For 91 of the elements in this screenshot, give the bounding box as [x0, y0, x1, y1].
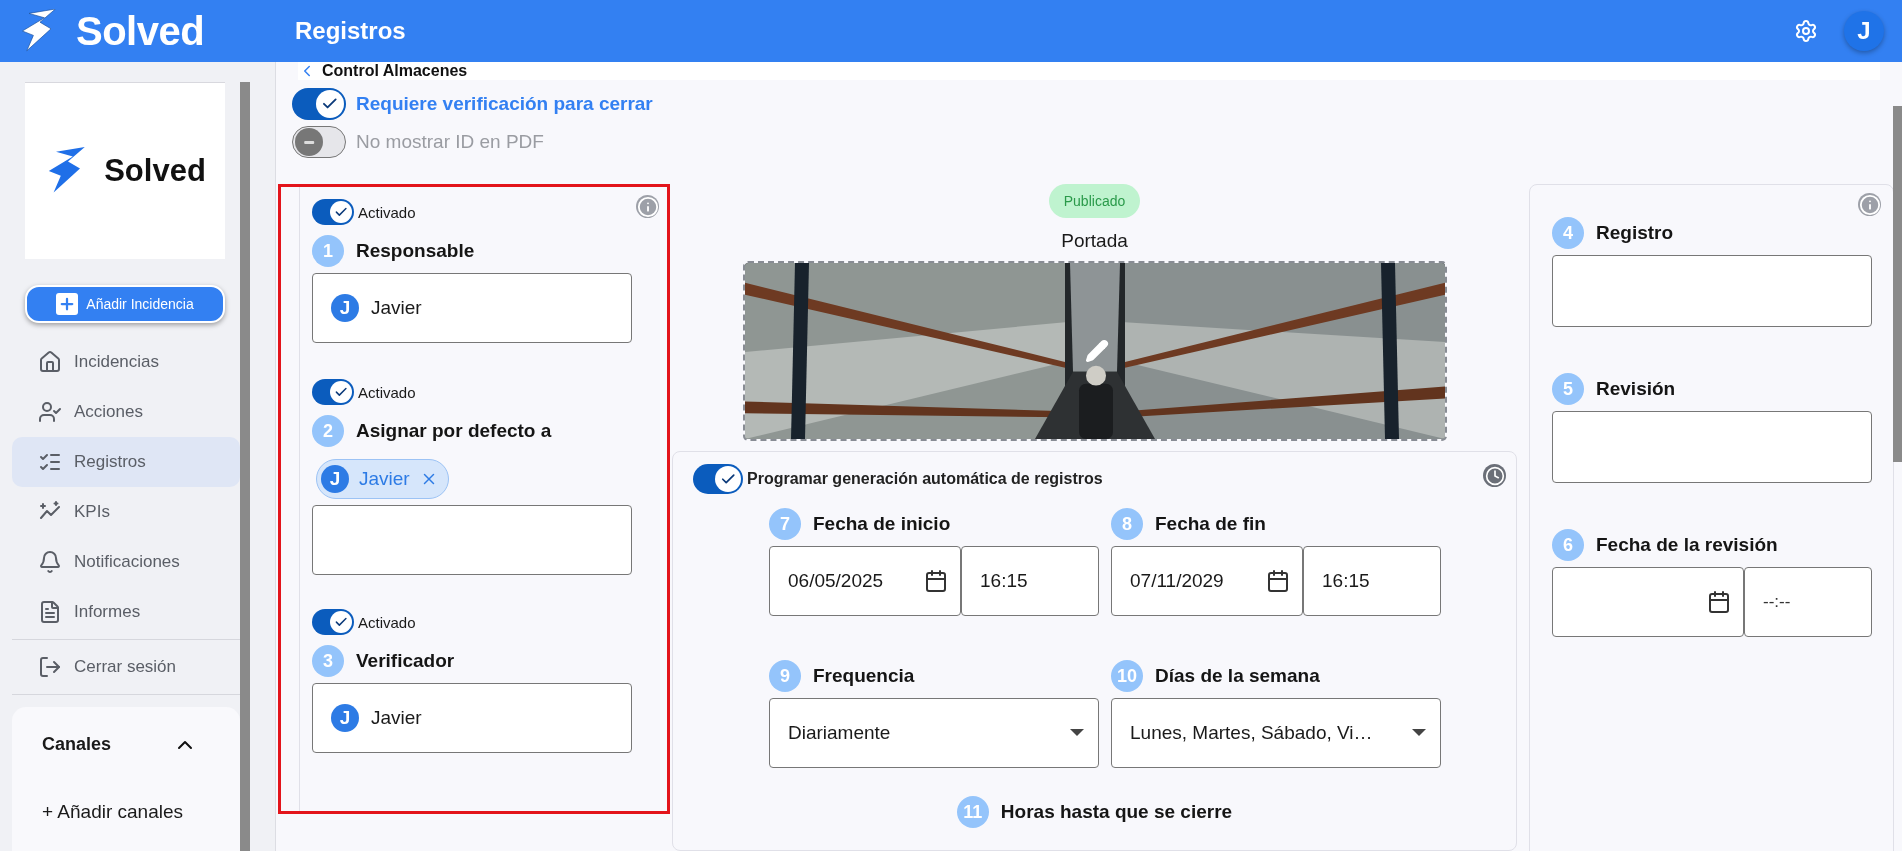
toggle-label: Activado [358, 383, 416, 401]
select-field[interactable]: Diariamente [769, 698, 1099, 768]
field-label: Responsable [356, 240, 475, 262]
chip-name: Javier [359, 468, 410, 490]
dropdown-caret-icon [1412, 729, 1426, 737]
toggle-switch[interactable] [292, 126, 346, 158]
user-initial: J [331, 704, 359, 732]
dropdown-caret-icon [1070, 729, 1084, 737]
user-initial: J [321, 465, 349, 493]
info-icon[interactable] [1858, 193, 1881, 216]
logo-text: Solved [104, 152, 206, 189]
brand-name: Solved [76, 8, 205, 54]
nav-item[interactable]: Notificaciones [12, 536, 240, 587]
option-label: Requiere verificación para cerrar [356, 93, 653, 115]
field-label: Horas hasta que se cierre [1000, 801, 1233, 823]
back-link[interactable]: Control Almacenes [298, 62, 468, 80]
step-number: 5 [1552, 373, 1584, 405]
option-label: No mostrar ID en PDF [356, 131, 544, 153]
calendar-icon[interactable] [1266, 569, 1290, 593]
input-field[interactable] [1552, 255, 1872, 327]
nav-item[interactable]: KPIs [12, 486, 240, 537]
field-label: Verificador [356, 650, 455, 672]
field-label: Días de la semana [1155, 665, 1320, 687]
scrollbar[interactable] [1893, 106, 1902, 462]
status-badge: Publicado [1048, 184, 1141, 218]
plus-icon [56, 292, 79, 315]
scrollbar[interactable] [240, 82, 250, 851]
user-name: Javier [371, 297, 422, 319]
field-label: Frequencia [813, 665, 915, 687]
step-number: 11 [956, 796, 989, 828]
field-label: Fecha de la revisión [1596, 534, 1778, 556]
field-label: Registro [1596, 222, 1674, 244]
nav-item[interactable]: Informes [12, 586, 240, 637]
step-number: 4 [1552, 217, 1584, 249]
calendar-icon[interactable] [924, 569, 948, 593]
field-label: Fecha de fin [1155, 513, 1266, 535]
user-avatar[interactable]: J [1844, 11, 1884, 51]
date-field[interactable]: 07/11/2029 [1111, 546, 1303, 616]
date-field[interactable]: 06/05/2025 [769, 546, 961, 616]
add-incident-button[interactable]: Añadir Incidencia [25, 284, 225, 323]
toggle-switch[interactable] [693, 464, 743, 494]
toggle-label: Activado [358, 613, 416, 631]
settings-icon[interactable] [1794, 19, 1818, 43]
time-placeholder: --:-- [1763, 592, 1791, 612]
time-field[interactable]: --:-- [1744, 567, 1872, 637]
step-number: 2 [312, 415, 344, 447]
input-field[interactable] [1552, 411, 1872, 483]
user-name: Javier [371, 707, 422, 729]
user-chip[interactable]: J Javier [316, 459, 449, 499]
clock-icon[interactable] [1483, 464, 1506, 487]
schedule-label: Programar generación automática de registros [747, 470, 1103, 488]
input-field[interactable] [312, 505, 632, 575]
user-select-field[interactable]: J Javier [312, 273, 632, 343]
nav-item[interactable]: Incidencias [12, 336, 240, 387]
bell-icon [38, 549, 62, 574]
calendar-icon[interactable] [1707, 590, 1731, 614]
home-icon [38, 349, 62, 374]
pencil-icon[interactable] [1084, 339, 1109, 363]
user-select-field[interactable]: J Javier [312, 683, 632, 753]
logout-icon [38, 654, 62, 679]
time-field[interactable]: 16:15 [961, 546, 1099, 616]
step-number: 6 [1552, 529, 1584, 561]
document-icon [38, 599, 62, 624]
user-check-icon [38, 399, 62, 424]
minus-icon [301, 140, 317, 144]
user-initial: J [331, 294, 359, 322]
step-number: 9 [769, 660, 801, 692]
step-number: 10 [1111, 660, 1143, 692]
toggle-switch[interactable] [312, 199, 354, 225]
select-field[interactable]: Lunes, Martes, Sábado, Vi… [1111, 698, 1441, 768]
toggle-label: Activado [358, 203, 416, 221]
nav-item[interactable]: Registros [12, 436, 240, 487]
info-icon[interactable] [636, 195, 659, 218]
channels-title: Canales [42, 734, 112, 756]
field-label: Fecha de inicio [813, 513, 951, 535]
page-title: Registros [295, 17, 407, 45]
field-label: Asignar por defecto a [356, 420, 552, 442]
step-number: 3 [312, 645, 344, 677]
nav-item[interactable]: Acciones [12, 386, 240, 437]
toggle-switch[interactable] [312, 609, 354, 635]
time-field[interactable]: 16:15 [1303, 546, 1441, 616]
add-channels-link[interactable]: + Añadir canales [42, 800, 183, 823]
toggle-switch[interactable] [292, 88, 346, 120]
step-number: 7 [769, 508, 801, 540]
cover-title: Portada [1061, 230, 1128, 252]
date-field[interactable] [1552, 567, 1744, 637]
step-number: 1 [312, 235, 344, 267]
step-number: 8 [1111, 508, 1143, 540]
logout-item[interactable]: Cerrar sesión [12, 641, 240, 692]
toggle-switch[interactable] [312, 379, 354, 405]
field-label: Revisión [1596, 378, 1676, 400]
